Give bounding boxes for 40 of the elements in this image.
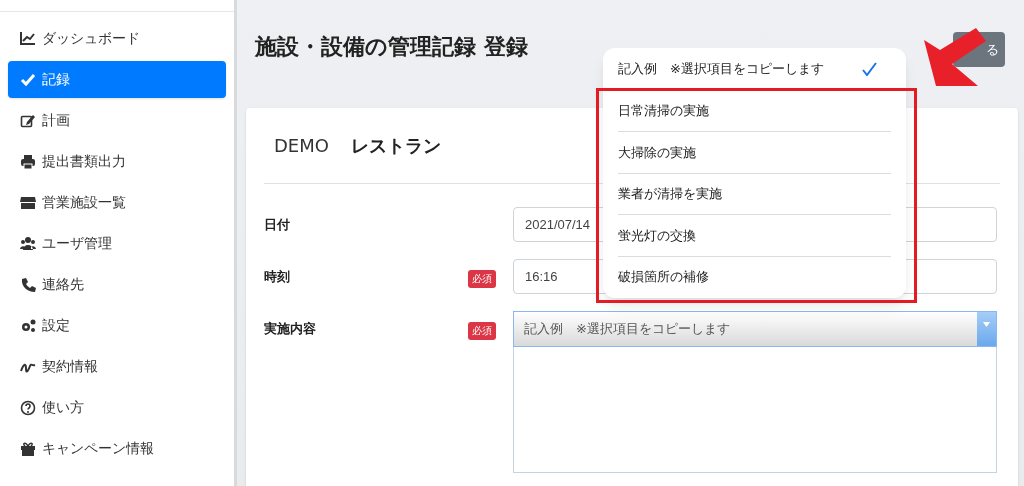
sidebar-item[interactable]: ユーザ管理 [8,225,226,262]
sidebar-item[interactable]: 契約情報 [8,348,226,385]
check-icon [862,61,877,76]
picker-option[interactable]: 蛍光灯の交換 [618,214,891,256]
sidebar-item[interactable]: 設定 [8,307,226,344]
check-icon [20,71,36,88]
sidebar-item[interactable]: 記録 [8,61,226,98]
sidebar-item[interactable]: ダッシュボード [8,20,226,57]
gears-icon [20,317,36,334]
picker-option[interactable]: 記入例 ※選択項目をコピーします [618,48,891,90]
field-label: 時刻 [264,268,291,286]
field-label: 実施内容 [264,320,317,338]
sidebar-item[interactable]: 提出書類出力 [8,143,226,180]
sidebar-item[interactable]: キャンペーン情報 [8,430,226,467]
picker-option[interactable]: 破損箇所の補修 [618,255,891,297]
gift-icon [20,440,36,457]
phone-icon [20,276,36,293]
edit-icon [20,112,36,129]
question-icon [20,399,36,416]
shop-name: レストラン [350,134,441,158]
page-title: 施設・設備の管理記録 登録 [255,33,528,61]
select-field[interactable]: 記入例 ※選択項目をコピーします [513,311,997,347]
printer-icon [20,153,36,170]
sidebar-item[interactable]: 計画 [8,102,226,139]
picker-option[interactable]: 大掃除の実施 [618,131,891,173]
sidebar-item[interactable]: 営業施設一覧 [8,184,226,221]
required-badge: 必須 [468,270,496,288]
users-icon [20,235,36,252]
caret-icon [983,322,990,327]
chart-icon [20,30,36,47]
field-label: 日付 [264,216,291,234]
store-icon [20,194,36,211]
picker-option[interactable]: 業者が清掃を実施 [618,172,891,214]
select-value: 記入例 ※選択項目をコピーします [524,320,730,339]
text-area[interactable] [513,347,997,473]
sidebar-item[interactable]: 連絡先 [8,266,226,303]
company-name: DEMO [274,134,329,158]
sidebar-item[interactable]: 使い方 [8,389,226,426]
required-badge: 必須 [468,322,496,340]
arrow-icon [922,28,986,86]
